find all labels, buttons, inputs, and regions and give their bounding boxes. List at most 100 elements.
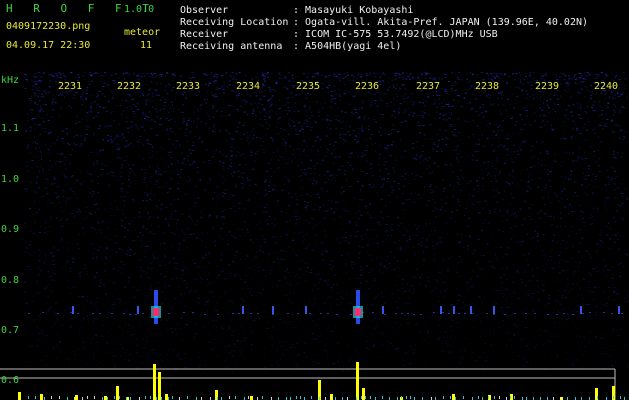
noise-dot (246, 231, 249, 233)
noise-dot (50, 215, 52, 217)
noise-dot (526, 282, 528, 284)
noise-dot (578, 305, 580, 307)
noise-dot (143, 347, 145, 348)
noise-dot (450, 174, 451, 176)
noise-dot (307, 155, 309, 157)
noise-dot (180, 177, 182, 178)
noise-dot (515, 263, 516, 265)
noise-dot (498, 110, 500, 112)
noise-dot (516, 86, 518, 88)
noise-dot (61, 226, 64, 227)
noise-dot (521, 179, 523, 181)
noise-dot (495, 123, 497, 125)
noise-dot (153, 89, 155, 91)
noise-dot (206, 278, 208, 280)
noise-dot (266, 128, 268, 130)
noise-dot (230, 146, 233, 148)
noise-dot (437, 103, 440, 105)
noise-dot (40, 96, 43, 98)
noise-dot (445, 104, 448, 106)
noise-dot (513, 176, 515, 178)
noise-dot (575, 326, 577, 328)
noise-dot (86, 315, 89, 317)
noise-dot (160, 208, 163, 210)
noise-dot (179, 360, 181, 362)
noise-dot (58, 319, 61, 321)
noise-dot (564, 115, 567, 116)
noise-dot (153, 73, 156, 74)
noise-dot (203, 336, 205, 338)
noise-dot (397, 183, 400, 185)
noise-dot (229, 319, 232, 321)
noise-dot (607, 222, 610, 224)
noise-dot (327, 210, 329, 212)
noise-dot (471, 251, 473, 253)
noise-dot (267, 76, 270, 78)
noise-dot (599, 171, 601, 173)
noise-dot (145, 102, 147, 104)
noise-dot (554, 262, 556, 264)
noise-dot (85, 228, 87, 230)
noise-dot (170, 157, 173, 158)
noise-dot (129, 95, 131, 97)
noise-dot (582, 302, 584, 304)
noise-dot (164, 248, 166, 249)
noise-dot (595, 110, 597, 112)
noise-dot (476, 202, 479, 204)
noise-dot (397, 73, 400, 75)
noise-dot (272, 140, 274, 142)
noise-dot (275, 104, 277, 106)
noise-dot (524, 327, 527, 328)
noise-dot (341, 186, 344, 188)
noise-dot (128, 280, 130, 282)
noise-dot (560, 202, 562, 204)
noise-dot (332, 174, 335, 176)
noise-dot (357, 132, 359, 134)
noise-dot (393, 98, 394, 100)
noise-dot (415, 154, 418, 156)
noise-dot (166, 257, 168, 259)
noise-dot (473, 319, 476, 321)
noise-dot (546, 152, 549, 154)
noise-dot (580, 369, 582, 371)
noise-dot (619, 205, 622, 207)
noise-dot (423, 365, 425, 367)
noise-dot (185, 253, 187, 255)
noise-dot (279, 156, 282, 158)
noise-dot (469, 72, 471, 74)
noise-dot (600, 141, 603, 143)
noise-dot (493, 319, 495, 321)
noise-dot (268, 124, 270, 126)
noise-dot (287, 162, 289, 164)
noise-dot (395, 87, 397, 89)
noise-dot (35, 212, 38, 214)
noise-dot (233, 172, 235, 174)
noise-dot (542, 284, 544, 285)
noise-dot (544, 356, 546, 357)
noise-dot (387, 348, 388, 350)
noise-dot (76, 179, 79, 181)
noise-dot (177, 354, 180, 356)
noise-dot (327, 87, 330, 89)
noise-dot (484, 277, 486, 279)
noise-dot (407, 75, 410, 77)
noise-dot (85, 299, 88, 301)
noise-dot (120, 190, 122, 192)
noise-dot (172, 248, 174, 250)
noise-dot (493, 137, 495, 139)
noise-dot (202, 233, 204, 235)
noise-dot (278, 331, 280, 332)
noise-dot (167, 170, 169, 172)
noise-dot (506, 266, 508, 268)
noise-dot (260, 137, 262, 139)
noise-dot (442, 108, 444, 109)
noise-dot (197, 167, 200, 168)
noise-dot (393, 73, 395, 75)
noise-dot (104, 106, 107, 108)
noise-dot (57, 135, 59, 137)
noise-dot (579, 336, 581, 337)
noise-dot (406, 239, 408, 241)
noise-dot (190, 131, 192, 133)
noise-dot (355, 112, 358, 113)
noise-dot (212, 198, 215, 200)
